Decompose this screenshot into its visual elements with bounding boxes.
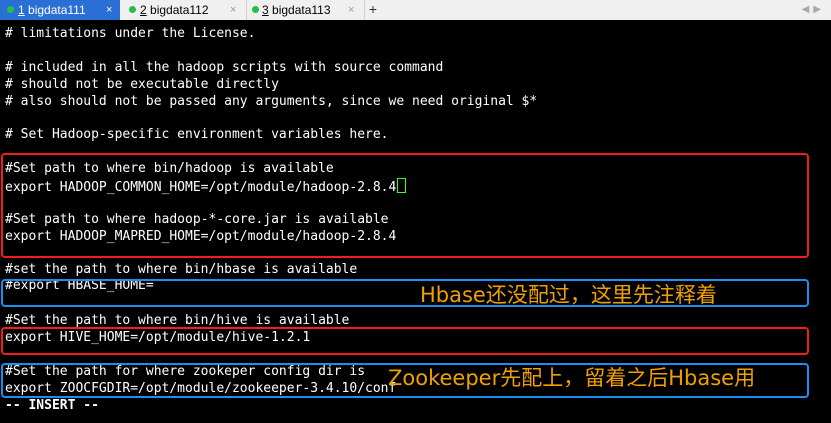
terminal-line: # included in all the hadoop scripts wit… — [5, 60, 444, 75]
terminal-line: # limitations under the License. — [5, 26, 256, 41]
terminal-line: # also should not be passed any argument… — [5, 94, 538, 109]
tab-number: 3 — [262, 3, 269, 17]
tab-label: bigdata112 — [150, 3, 209, 17]
tab-bar: 1 bigdata111 × 2 bigdata112 × 3 bigdata1… — [0, 0, 831, 21]
tab-bigdata112[interactable]: 2 bigdata112 × — [120, 0, 247, 20]
tab-label: bigdata111 — [28, 3, 86, 17]
highlight-box-hive — [1, 327, 809, 355]
zookeeper-annotation: Zookeeper先配上，留着之后Hbase用 — [388, 366, 756, 390]
connected-status-icon — [252, 6, 259, 13]
tab-bigdata111[interactable]: 1 bigdata111 × — [0, 0, 120, 20]
highlight-box-hadoop-paths — [1, 153, 809, 258]
tab-bigdata113[interactable]: 3 bigdata113 × — [247, 0, 365, 20]
tab-number: 1 — [18, 3, 25, 17]
tab-number: 2 — [140, 3, 147, 17]
close-icon[interactable]: × — [106, 0, 112, 20]
close-icon[interactable]: × — [230, 0, 236, 20]
terminal-line: #Set the path to where bin/hive is avail… — [5, 313, 350, 328]
close-icon[interactable]: × — [348, 0, 354, 20]
connected-status-icon — [7, 6, 14, 13]
terminal-line: # Set Hadoop-specific environment variab… — [5, 127, 389, 142]
new-tab-button[interactable]: + — [366, 0, 380, 20]
terminal-line: # should not be executable directly — [5, 77, 279, 92]
terminal-area[interactable]: # limitations under the License. # inclu… — [0, 20, 831, 423]
terminal-line: #set the path to where bin/hbase is avai… — [5, 262, 358, 277]
vim-mode-indicator: -- INSERT -- — [5, 398, 99, 413]
tab-label: bigdata113 — [272, 3, 331, 17]
connected-status-icon — [129, 6, 136, 13]
hbase-annotation: Hbase还没配过，这里先注释着 — [420, 283, 717, 307]
tab-scroll-arrows-icon[interactable]: ◀▶ — [802, 0, 825, 20]
